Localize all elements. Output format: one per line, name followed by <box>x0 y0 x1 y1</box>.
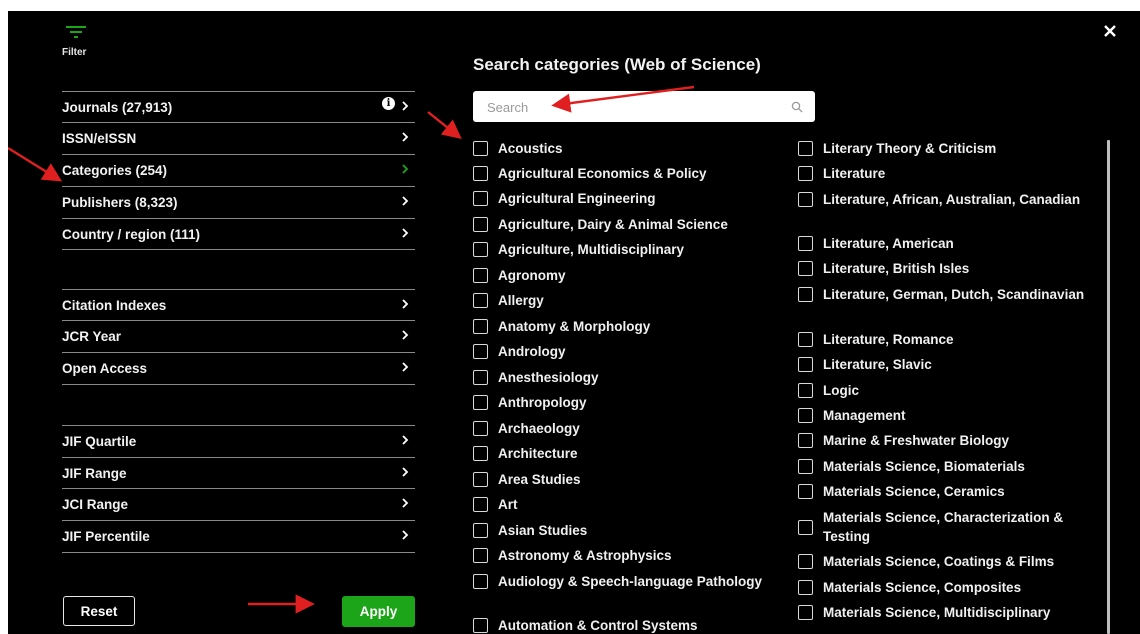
annotation-arrow <box>551 85 695 113</box>
annotation-arrow <box>8 146 63 182</box>
annotation-arrow <box>427 111 462 139</box>
filter-dialog: Filter Journals (27,913) i ISSN/eISSN Ca… <box>8 11 1140 634</box>
annotation-arrows <box>8 85 695 614</box>
